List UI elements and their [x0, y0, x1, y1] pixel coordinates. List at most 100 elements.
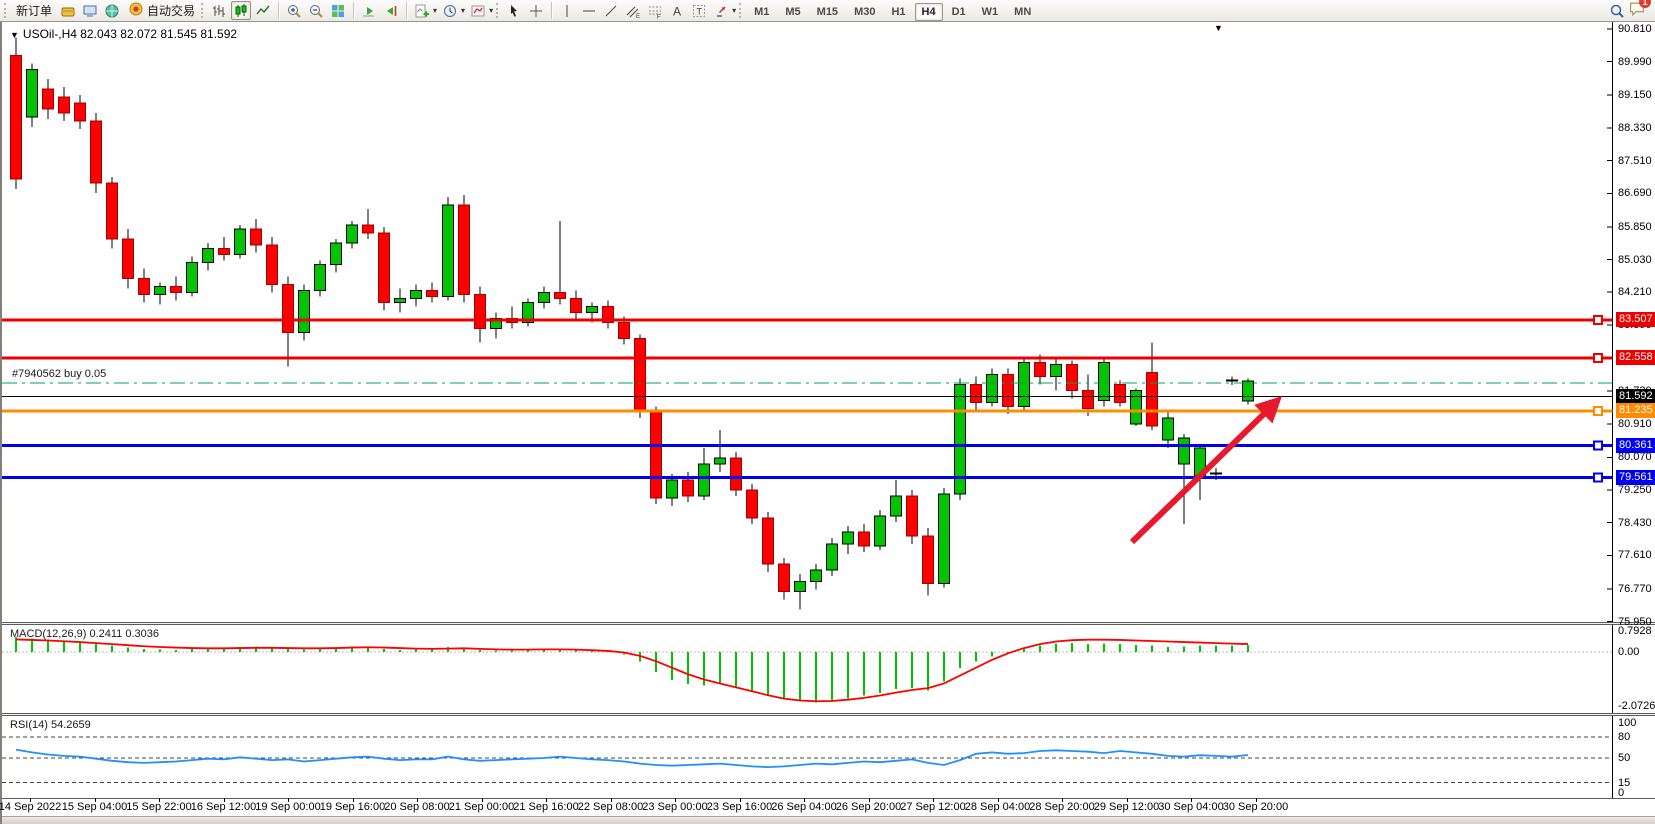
time-axis-line — [2, 798, 1655, 799]
rsi-axis-label: 100 — [1618, 717, 1655, 729]
macd-indicator-label: MACD(12,26,9) 0.2411 0.3036 — [10, 628, 159, 640]
timeframe-m30[interactable]: M30 — [847, 3, 882, 21]
timeframe-d1[interactable]: D1 — [945, 3, 973, 21]
timeframe-h4[interactable]: H4 — [915, 3, 943, 21]
price-tick-label: 76.770 — [1618, 583, 1655, 596]
price-tick-label: 87.510 — [1618, 155, 1655, 168]
price-tick-label: 86.690 — [1618, 187, 1655, 200]
periods-clock-icon[interactable] — [440, 1, 460, 20]
vertical-line-tool-icon[interactable] — [557, 1, 577, 20]
price-tick-label: 89.150 — [1618, 89, 1655, 102]
toolbar-grip[interactable] — [496, 3, 500, 18]
timeframe-mn[interactable]: MN — [1007, 3, 1038, 21]
price-tick-label: 78.430 — [1618, 517, 1655, 530]
timeframe-m5[interactable]: M5 — [778, 3, 807, 21]
globe-icon[interactable] — [102, 1, 122, 20]
text-tool-icon[interactable]: A — [667, 1, 687, 20]
new-order-button[interactable]: 新订单 — [11, 1, 57, 20]
toolbar-grip[interactable] — [4, 3, 8, 18]
trendline-tool-icon[interactable] — [601, 1, 621, 20]
price-level-label: 82.558 — [1616, 350, 1655, 365]
add-indicator-caret[interactable]: ▾ — [433, 6, 437, 15]
macd-axis-label: 0.00 — [1618, 646, 1655, 658]
add-indicator-icon[interactable] — [412, 1, 432, 20]
macd-axis-label: -2.0726 — [1618, 700, 1655, 712]
price-level-label: 81.592 — [1616, 389, 1655, 404]
main-chart-canvas[interactable] — [2, 22, 1614, 622]
price-tick-label: 77.610 — [1618, 549, 1655, 562]
separator — [406, 2, 407, 19]
autotrading-label: 自动交易 — [147, 2, 195, 19]
auto-scroll-icon[interactable] — [359, 1, 379, 20]
text-label-tool-icon[interactable]: T — [689, 1, 709, 20]
autotrading-icon — [128, 1, 144, 20]
status-strip — [2, 816, 1655, 824]
macd-pane-canvas[interactable] — [2, 625, 1614, 713]
svg-text:F: F — [657, 14, 661, 19]
autotrading-button[interactable]: 自动交易 — [123, 1, 200, 20]
rsi-axis-label: 0 — [1618, 787, 1655, 799]
zoom-in-icon[interactable] — [284, 1, 304, 20]
rsi-axis-label: 80 — [1618, 731, 1655, 743]
separator — [353, 2, 354, 19]
line-chart-icon[interactable] — [253, 1, 273, 20]
toolbar-grip[interactable] — [739, 3, 743, 18]
bar-chart-icon[interactable] — [209, 1, 229, 20]
svg-text:T: T — [697, 6, 703, 16]
chart-title-text: USOil-,H4 82.043 82.072 81.545 81.592 — [23, 27, 237, 41]
rsi-indicator-label: RSI(14) 54.2659 — [10, 719, 91, 731]
separator — [278, 2, 279, 19]
horizontal-line-tool-icon[interactable] — [579, 1, 599, 20]
price-tick-label: 85.030 — [1618, 254, 1655, 267]
candlestick-chart-icon[interactable] — [231, 1, 251, 20]
macd-axis-label: 0.7928 — [1618, 625, 1655, 637]
search-icon[interactable] — [1607, 1, 1627, 20]
periods-caret[interactable]: ▾ — [461, 6, 465, 15]
template-icon[interactable] — [468, 1, 488, 20]
notifications-button[interactable]: 1 — [1628, 0, 1646, 22]
tile-windows-icon[interactable] — [328, 1, 348, 20]
price-tick-label: 89.990 — [1618, 56, 1655, 69]
arrows-tool-caret[interactable]: ▾ — [732, 6, 736, 15]
cursor-icon[interactable] — [504, 1, 524, 20]
open-trade-label: #7940562 buy 0.05 — [12, 368, 106, 380]
toolbar: 新订单 自动交易 — [0, 0, 1655, 22]
terminal-icon[interactable] — [80, 1, 100, 20]
chart-title: ▼ USOil-,H4 82.043 82.072 81.545 81.592 — [10, 27, 237, 41]
new-order-label: 新订单 — [16, 2, 52, 19]
timeframe-h1[interactable]: H1 — [884, 3, 912, 21]
arrows-tool-icon[interactable] — [711, 1, 731, 20]
crosshair-icon[interactable] — [526, 1, 546, 20]
price-level-label: 81.235 — [1616, 403, 1655, 418]
timeframe-m15[interactable]: M15 — [810, 3, 845, 21]
notification-badge: 1 — [1639, 0, 1651, 8]
timeframe-w1[interactable]: W1 — [975, 3, 1006, 21]
timeframe-m1[interactable]: M1 — [747, 3, 776, 21]
price-level-label: 79.561 — [1616, 470, 1655, 485]
chart-shift-marker-icon[interactable]: ▼ — [1214, 23, 1223, 33]
separator — [551, 2, 552, 19]
price-tick-label: 80.070 — [1618, 451, 1655, 464]
price-level-label: 80.361 — [1616, 438, 1655, 453]
chart-shift-icon[interactable] — [381, 1, 401, 20]
rsi-axis-label: 50 — [1618, 752, 1655, 764]
price-tick-label: 90.810 — [1618, 23, 1655, 36]
mt4-terminal: 新订单 自动交易 — [0, 0, 1655, 824]
chart-window[interactable]: ▼ USOil-,H4 82.043 82.072 81.545 81.592 #… — [0, 22, 1655, 824]
price-tick-label: 88.330 — [1618, 122, 1655, 135]
time-tick-label: 30 Sep 20:00 — [1214, 801, 1298, 813]
timeframe-group: M1M5M15M30H1H4D1W1MN — [746, 2, 1039, 20]
fibonacci-tool-icon[interactable]: F — [645, 1, 665, 20]
rsi-pane-canvas[interactable] — [2, 716, 1614, 798]
channel-tool-icon[interactable]: E — [623, 1, 643, 20]
template-caret[interactable]: ▾ — [489, 6, 493, 15]
price-tick-label: 79.250 — [1618, 484, 1655, 497]
wallet-icon[interactable] — [58, 1, 78, 20]
toolbar-grip[interactable] — [201, 3, 205, 18]
chart-menu-arrow-icon[interactable]: ▼ — [10, 30, 19, 40]
price-tick-label: 80.910 — [1618, 418, 1655, 431]
price-level-label: 83.507 — [1616, 312, 1655, 327]
zoom-out-icon[interactable] — [306, 1, 326, 20]
price-tick-label: 84.210 — [1618, 286, 1655, 299]
svg-text:A: A — [673, 4, 681, 18]
